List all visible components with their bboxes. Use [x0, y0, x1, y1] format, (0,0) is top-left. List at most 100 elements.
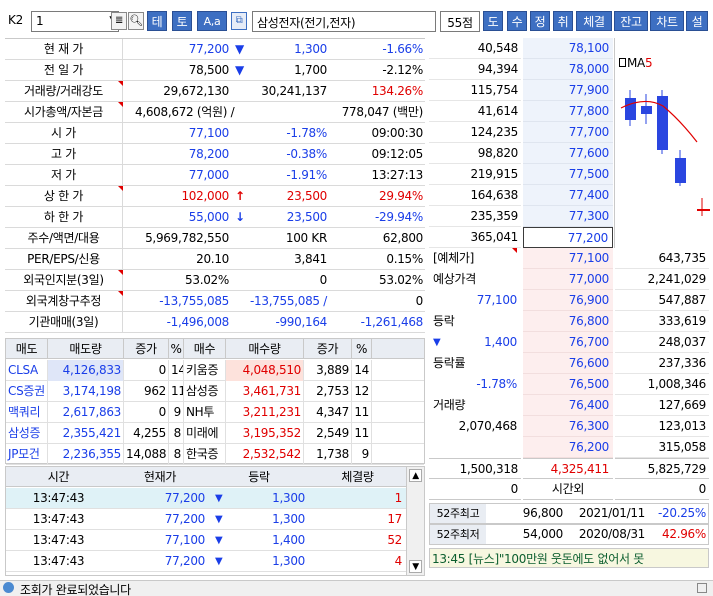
to-button[interactable]: 토: [172, 11, 192, 31]
te-button[interactable]: 테: [147, 11, 167, 31]
scroll-up-icon[interactable]: ▲: [409, 469, 422, 482]
news-ticker[interactable]: 13:45 [뉴스]"100만원 웃돈에도 없어서 못: [429, 548, 709, 568]
seol-button[interactable]: 설: [686, 11, 708, 31]
trade-table: 시간 현재가 등락 체결량 13:47:43 77,200 ▼ 1,300 1 13:47:43 7…: [5, 466, 425, 576]
ask-qty[interactable]: 219,915: [429, 164, 521, 185]
trade-row[interactable]: 13:47:43 77,200 ▼ 1,300 1: [6, 488, 406, 509]
ask-price[interactable]: 77,200: [523, 227, 613, 248]
search-icon[interactable]: 🔍︎: [128, 12, 144, 30]
info-row: 시 가 77,100 -1.78% 09:00:30: [5, 123, 425, 144]
ask-qty[interactable]: 124,235: [429, 122, 521, 143]
ask-qty[interactable]: 41,614: [429, 101, 521, 122]
ask-price[interactable]: 77,800: [523, 101, 613, 122]
broker-row[interactable]: CLSA증4,126,833014키움증4,048,5103,88914: [6, 360, 424, 381]
chegyeol-button[interactable]: 체결: [576, 11, 612, 31]
trade-time: 13:47:43: [32, 554, 85, 568]
trade-scrollbar[interactable]: ▲ ▼: [406, 467, 424, 575]
bid-qty[interactable]: 237,336: [615, 353, 709, 374]
ask-price[interactable]: 77,900: [523, 80, 613, 101]
ask-qty[interactable]: 164,638: [429, 185, 521, 206]
ask-price[interactable]: 77,300: [523, 206, 613, 227]
bid-qty[interactable]: 315,058: [615, 437, 709, 458]
stock-name[interactable]: 삼성전자(전기,전자): [252, 11, 436, 32]
trade-time: 13:47:43: [32, 533, 85, 547]
broker-buy-pct: 11: [352, 423, 372, 444]
ask-qty[interactable]: 235,359: [429, 206, 521, 227]
info-value-3: 778,047 (백만): [341, 105, 424, 119]
bid-qty[interactable]: 2,241,029: [615, 269, 709, 290]
scroll-down-icon[interactable]: ▼: [409, 560, 422, 573]
info-value-2: 0: [319, 273, 328, 287]
bid-price[interactable]: 76,800: [523, 311, 613, 332]
ask-qty[interactable]: 94,394: [429, 59, 521, 80]
broker-row[interactable]: 삼성증 2,355,421 4,255 8 미래에 3,195,352 2,549 11: [6, 423, 424, 444]
orderbook-est-label: [예체가]: [433, 251, 474, 265]
trade-qty: 4: [394, 554, 403, 568]
ask-qty[interactable]: 365,041: [429, 227, 521, 248]
trade-qty: 52: [387, 533, 402, 547]
info-label: 외국인지분(3일): [5, 270, 123, 291]
info-value-2: 3,841: [294, 252, 327, 266]
bid-price[interactable]: 76,200: [523, 437, 613, 458]
bid-price[interactable]: 76,500: [523, 374, 613, 395]
broker-buy-qty: 2,532,542: [226, 444, 304, 465]
list-icon[interactable]: ≣: [111, 12, 127, 30]
ask-qty[interactable]: 40,548: [429, 38, 521, 59]
chart-button[interactable]: 차트: [650, 11, 684, 31]
broker-row[interactable]: JP모건 2,236,355 14,088 8 한국증 2,532,542 1,738 9: [6, 444, 424, 465]
mini-chart: MA5: [614, 38, 710, 248]
week52-pct: -20.25%: [658, 506, 706, 520]
resize-icon[interactable]: [697, 583, 707, 593]
trade-qty: 17: [387, 512, 402, 526]
total-ask-qty: 1,500,318: [429, 458, 521, 479]
info-value-2: -0.38%: [286, 147, 327, 161]
bid-price[interactable]: 76,600: [523, 353, 613, 374]
copy-icon[interactable]: ⧉: [231, 12, 247, 30]
bid-price[interactable]: 76,900: [523, 290, 613, 311]
bid-qty[interactable]: 1,008,346: [615, 374, 709, 395]
broker-buy-pct: 14: [352, 360, 372, 381]
do-button[interactable]: 도: [483, 11, 503, 31]
broker-table: 매도매도량증가%매수매수량증가%CLSA증4,126,833014키움증4,04…: [5, 338, 425, 465]
bid-qty[interactable]: 643,735: [615, 248, 709, 269]
broker-row[interactable]: CS증권3,174,19896211삼성증3,461,7312,75312: [6, 381, 424, 402]
trade-header-cell: 현재가: [143, 470, 177, 484]
ask-price[interactable]: 77,400: [523, 185, 613, 206]
ask-price[interactable]: 77,600: [523, 143, 613, 164]
trade-row[interactable]: 13:47:43 77,100 ▼ 1,400 52: [6, 530, 406, 551]
broker-sell-inc: 4,255: [124, 423, 169, 444]
bid-qty[interactable]: 333,619: [615, 311, 709, 332]
ask-price[interactable]: 77,500: [523, 164, 613, 185]
broker-row[interactable]: 맥쿼리2,617,86309NH투자3,211,2314,34711: [6, 402, 424, 423]
jeong-button[interactable]: 정: [530, 11, 550, 31]
stock-info-panel: 현 재 가 77,200 ▼ 1,300 -1.66% 전 일 가 78,500 ▼ 1,700…: [5, 38, 425, 335]
bid-price[interactable]: 77,100: [523, 248, 613, 269]
bid-price[interactable]: 76,300: [523, 416, 613, 437]
bid-qty[interactable]: 248,037: [615, 332, 709, 353]
code-input[interactable]: 1 ▼: [31, 11, 119, 32]
trade-change: 1,300: [272, 512, 305, 526]
bid-qty[interactable]: 127,669: [615, 395, 709, 416]
bid-qty[interactable]: 123,013: [615, 416, 709, 437]
jango-button[interactable]: 잔고: [614, 11, 648, 31]
bid-price[interactable]: 76,400: [523, 395, 613, 416]
ask-price[interactable]: 78,100: [523, 38, 613, 59]
bid-qty[interactable]: 547,887: [615, 290, 709, 311]
ask-qty[interactable]: 98,820: [429, 143, 521, 164]
chwi-button[interactable]: 취: [553, 11, 573, 31]
ask-qty[interactable]: 115,754: [429, 80, 521, 101]
aa-button[interactable]: A,a: [197, 11, 227, 31]
bid-price[interactable]: 76,700: [523, 332, 613, 353]
trade-row[interactable]: 13:47:43 77,200 ▼ 1,300 17: [6, 509, 406, 530]
trade-header: 시간 현재가 등락 체결량: [6, 467, 406, 487]
broker-sell-pct: 8: [169, 423, 184, 444]
trade-price: 77,200: [164, 512, 206, 526]
info-row: 외국계창구추정 -13,755,085 -13,755,085 / 0: [5, 291, 425, 312]
su-button[interactable]: 수: [507, 11, 527, 31]
trade-row[interactable]: 13:47:43 77,200 ▼ 1,300 4: [6, 551, 406, 572]
ask-price[interactable]: 77,700: [523, 122, 613, 143]
broker-header-cell: %: [352, 339, 372, 359]
broker-header-cell: 증가: [124, 339, 169, 359]
bid-price[interactable]: 77,000: [523, 269, 613, 290]
ask-price[interactable]: 78,000: [523, 59, 613, 80]
